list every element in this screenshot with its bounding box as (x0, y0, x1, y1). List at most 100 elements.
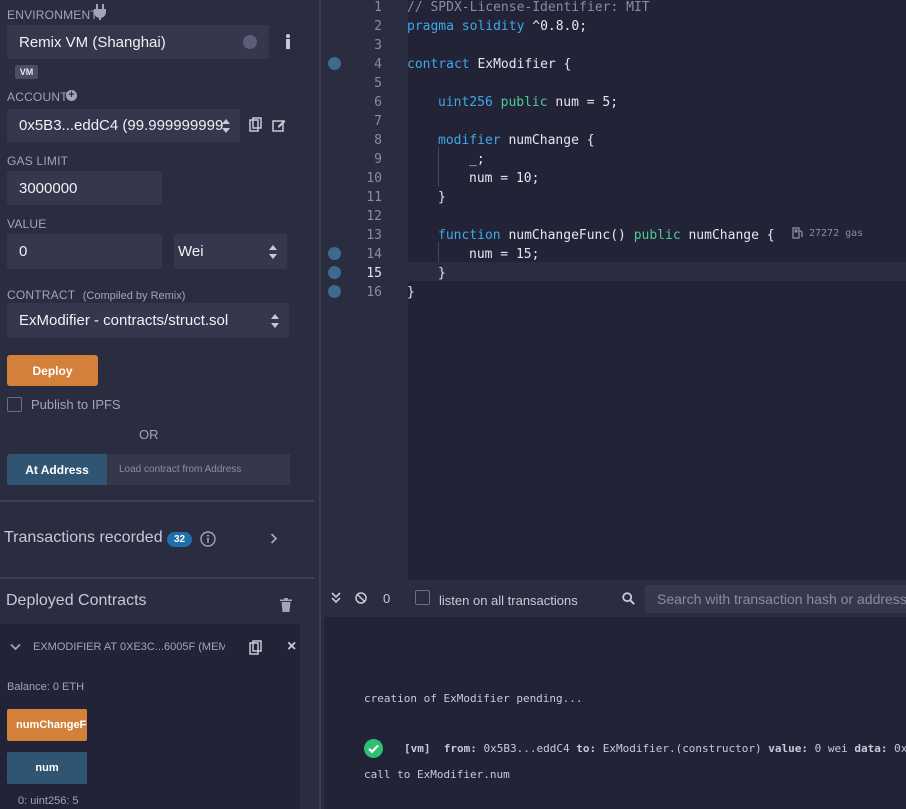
deploy-run-panel: ENVIRONMENT Remix VM (Shanghai) VM ACCOU… (0, 0, 314, 809)
line-number[interactable]: 11 (326, 190, 382, 205)
line-number[interactable]: 5 (326, 76, 382, 91)
terminal-toolbar: 0 listen on all transactions Search with… (324, 580, 906, 617)
code-line[interactable]: } (438, 266, 446, 281)
line-number[interactable]: 9 (326, 152, 382, 167)
compiled-by-label: (Compiled by Remix) (82, 290, 186, 302)
select-arrows-icon (269, 244, 277, 259)
code-line[interactable]: uint256 public num = 5; (438, 95, 618, 110)
copy-icon[interactable] (249, 640, 262, 655)
clear-console-icon[interactable] (355, 592, 367, 604)
trash-icon[interactable] (280, 598, 292, 612)
call-msg: call to ExModifier.num (364, 768, 510, 781)
account-value: 0x5B3...eddC4 (99.999999999 (19, 117, 224, 134)
tx-value-label: value: (768, 742, 809, 755)
chevron-down-icon[interactable] (10, 643, 21, 651)
indent-guide (438, 242, 439, 262)
line-number[interactable]: 13 (326, 228, 382, 243)
value-input[interactable]: 0 (7, 234, 162, 269)
code-line[interactable]: } (407, 285, 415, 300)
terminal-output: creation of ExModifier pending... [vm] f… (324, 617, 906, 809)
deploy-button[interactable]: Deploy (7, 355, 98, 386)
breakpoint-marker[interactable] (328, 266, 341, 279)
pending-count: 0 (383, 591, 391, 606)
select-arrows-icon (271, 313, 279, 328)
info-icon[interactable] (283, 33, 293, 49)
section-divider (0, 577, 314, 579)
plug-icon[interactable] (93, 4, 107, 20)
publish-ipfs-label: Publish to IPFS (31, 397, 121, 412)
close-icon[interactable]: × (287, 638, 296, 656)
line-number[interactable]: 6 (326, 95, 382, 110)
info-icon[interactable] (200, 531, 216, 547)
environment-value: Remix VM (Shanghai) (19, 33, 166, 51)
transaction-log[interactable]: [vm] from: 0x5B3...eddC4 to: ExModifier.… (404, 742, 906, 755)
tx-value: 0 wei (814, 742, 848, 755)
code-line[interactable]: modifier numChange { (438, 133, 595, 148)
code-line[interactable]: _; (469, 152, 485, 167)
tx-vm-tag: [vm] (404, 742, 431, 755)
value-unit: Wei (178, 243, 204, 260)
transactions-recorded-label[interactable]: Transactions recorded (4, 529, 163, 547)
num-change-func-button[interactable]: numChangeFu (7, 709, 87, 741)
code-line[interactable]: contract ExModifier { (407, 57, 571, 72)
listen-all-checkbox[interactable] (415, 590, 430, 605)
gas-estimate-text: 27272 gas (809, 227, 864, 239)
gas-limit-input[interactable]: 3000000 (7, 171, 162, 205)
gas-pump-icon (792, 227, 803, 239)
line-number[interactable]: 12 (326, 209, 382, 224)
code-line[interactable]: function numChangeFunc() public numChang… (438, 228, 775, 243)
code-line[interactable]: // SPDX-License-Identifier: MIT (407, 0, 650, 15)
copy-icon[interactable] (249, 117, 262, 132)
line-number[interactable]: 8 (326, 133, 382, 148)
tx-data-label: data: (854, 742, 888, 755)
contract-label-row: CONTRACT (Compiled by Remix) (7, 286, 185, 304)
num-button[interactable]: num (7, 752, 87, 784)
search-icon (622, 592, 635, 605)
add-account-icon[interactable]: + (66, 90, 77, 101)
breakpoint-marker[interactable] (328, 285, 341, 298)
panel-resizer[interactable] (314, 0, 324, 809)
line-number[interactable]: 7 (326, 114, 382, 129)
value-unit-select[interactable]: Wei (174, 234, 287, 269)
double-chevron-down-icon[interactable] (331, 592, 341, 604)
vm-badge: VM (15, 65, 38, 79)
select-arrows-icon (243, 35, 257, 49)
select-arrows-icon (222, 118, 230, 133)
tx-data: 0x608... (894, 742, 906, 755)
transactions-count-badge: 32 (167, 532, 192, 547)
code-line[interactable]: } (438, 190, 446, 205)
publish-ipfs-checkbox[interactable] (7, 397, 22, 412)
account-select[interactable]: 0x5B3...eddC4 (99.999999999 (7, 109, 240, 142)
value-label: VALUE (7, 217, 47, 231)
breakpoint-marker[interactable] (328, 247, 341, 260)
code-line[interactable]: pragma solidity ^0.8.0; (407, 19, 587, 34)
line-number[interactable]: 10 (326, 171, 382, 186)
code-line[interactable]: num = 15; (469, 247, 539, 262)
tx-from-label: from: (443, 742, 477, 755)
transaction-search-input[interactable]: Search with transaction hash or address (645, 585, 906, 613)
indent-guide (438, 147, 439, 187)
section-divider (0, 500, 314, 502)
line-number[interactable]: 2 (326, 19, 382, 34)
num-result: 0: uint256: 5 (18, 795, 79, 807)
balance-label: Balance: 0 ETH (7, 681, 85, 693)
deployed-contracts-label: Deployed Contracts (6, 592, 147, 609)
instance-title[interactable]: EXMODIFIER AT 0XE3C...6005F (MEMC (33, 641, 225, 653)
at-address-button[interactable]: At Address (7, 454, 107, 485)
listen-all-label: listen on all transactions (439, 593, 578, 608)
chevron-right-icon[interactable] (270, 533, 278, 544)
contract-select[interactable]: ExModifier - contracts/struct.sol (7, 303, 289, 338)
code-line[interactable]: num = 10; (469, 171, 539, 186)
contract-value: ExModifier - contracts/struct.sol (19, 312, 229, 329)
creation-pending-msg: creation of ExModifier pending... (364, 692, 583, 705)
edit-icon[interactable] (272, 118, 286, 132)
account-label: ACCOUNT (7, 90, 68, 104)
environment-select[interactable]: Remix VM (Shanghai) (7, 25, 269, 59)
line-number[interactable]: 3 (326, 38, 382, 53)
at-address-input[interactable]: Load contract from Address (107, 454, 290, 485)
line-number[interactable]: 1 (326, 0, 382, 15)
or-label: OR (139, 427, 159, 442)
contract-label: CONTRACT (7, 288, 76, 302)
breakpoint-marker[interactable] (328, 57, 341, 70)
tx-from: 0x5B3...eddC4 (483, 742, 570, 755)
